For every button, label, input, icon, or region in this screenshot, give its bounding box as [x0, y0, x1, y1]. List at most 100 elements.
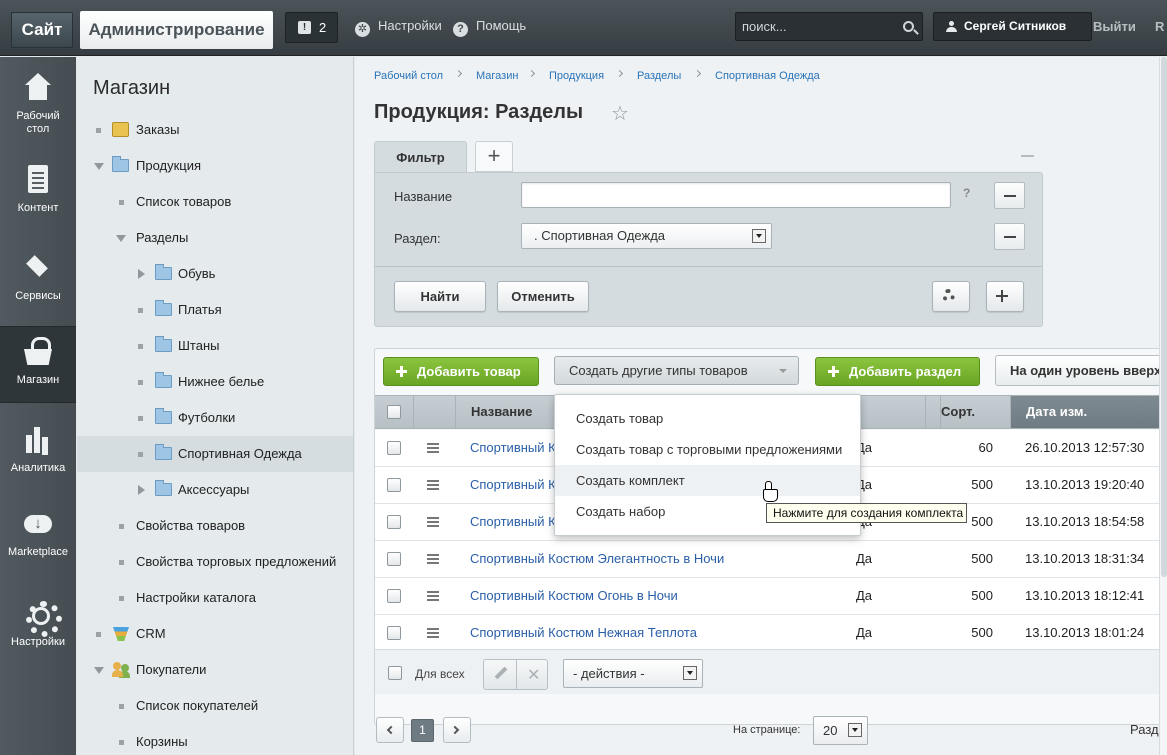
menu-item-pants[interactable]: Штаны: [77, 328, 353, 364]
close-icon[interactable]: ✕: [527, 665, 540, 685]
breadcrumb-link[interactable]: Рабочий стол: [374, 70, 443, 82]
select-all-checkbox[interactable]: [387, 405, 401, 419]
row-checkbox[interactable]: [387, 626, 401, 640]
menu-item-accessories[interactable]: Аксессуары: [77, 472, 353, 508]
admin-button[interactable]: Администрирование: [80, 11, 273, 49]
name-input[interactable]: [521, 182, 951, 208]
chevron-down-icon[interactable]: [94, 163, 104, 170]
iconbar-item-marketplace[interactable]: Marketplace: [0, 509, 76, 559]
scrollbar-thumb[interactable]: [1161, 57, 1167, 577]
actions-select[interactable]: - действия -: [563, 659, 703, 688]
row-checkbox[interactable]: [387, 478, 401, 492]
search-icon[interactable]: [903, 21, 914, 32]
chevron-down-icon[interactable]: [116, 235, 126, 242]
notifications-button[interactable]: ! 2: [285, 12, 338, 43]
table-row[interactable]: Спортивный Костюм Нежная Теплота Да 500 …: [375, 615, 1160, 652]
next-page-button[interactable]: [443, 717, 471, 743]
row-checkbox[interactable]: [387, 589, 401, 603]
remove-section-filter-button[interactable]: [994, 223, 1025, 250]
table-row[interactable]: Спортивный Костюм Элегантность в Ночи Да…: [375, 541, 1160, 578]
page-scrollbar[interactable]: [1159, 57, 1167, 755]
dropdown-item-create-product-offers[interactable]: Создать товар с торговыми предложениями: [555, 434, 860, 465]
menu-item-dresses[interactable]: Платья: [77, 292, 353, 328]
iconbar-item-settings[interactable]: Настройки: [0, 599, 76, 649]
breadcrumb-link[interactable]: Разделы: [637, 70, 681, 82]
tab-filter[interactable]: Фильтр: [374, 141, 467, 176]
dropdown-item-create-kit[interactable]: Создать комплект: [555, 465, 860, 496]
menu-item-customers[interactable]: Покупатели: [77, 652, 353, 688]
star-icon[interactable]: ☆: [611, 101, 629, 126]
iconbar-item-shop[interactable]: Магазин: [0, 326, 76, 403]
row-menu-icon[interactable]: [427, 480, 439, 482]
menu-item-crm[interactable]: CRM: [77, 616, 353, 652]
help-icon[interactable]: ?: [963, 186, 970, 200]
dropdown-item-create-product[interactable]: Создать товар: [555, 403, 860, 434]
row-checkbox[interactable]: [387, 441, 401, 455]
row-menu-icon[interactable]: [427, 443, 439, 445]
breadcrumb-link[interactable]: Магазин: [476, 70, 518, 82]
remove-name-filter-button[interactable]: [994, 182, 1025, 209]
cancel-button[interactable]: Отменить: [497, 281, 589, 312]
logout-link[interactable]: Выйти: [1093, 19, 1136, 34]
product-name-link[interactable]: Спортивный К: [470, 504, 556, 540]
add-product-button[interactable]: Добавить товар: [383, 357, 539, 386]
menu-item-sections[interactable]: Разделы: [77, 220, 353, 256]
breadcrumb-link[interactable]: Продукция: [549, 70, 604, 82]
chevron-down-icon[interactable]: [94, 667, 104, 674]
find-button[interactable]: Найти: [394, 281, 486, 312]
row-menu-icon[interactable]: [427, 517, 439, 519]
menu-item-tshirts[interactable]: Футболки: [77, 400, 353, 436]
menu-item-shoes[interactable]: Обувь: [77, 256, 353, 292]
row-checkbox[interactable]: [387, 515, 401, 529]
menu-item-carts[interactable]: Корзины: [77, 724, 353, 755]
add-filter-field-button[interactable]: [986, 281, 1024, 312]
product-name-link[interactable]: Спортивный Костюм Элегантность в Ночи: [470, 541, 724, 577]
per-page-select[interactable]: 20: [813, 716, 868, 745]
user-button[interactable]: Сергей Ситников: [933, 12, 1092, 41]
menu-item-products[interactable]: Продукция: [77, 148, 353, 184]
iconbar-item-content[interactable]: Контент: [0, 165, 76, 215]
settings-link[interactable]: ✲ Настройки: [355, 18, 442, 37]
menu-item-product-list[interactable]: Список товаров: [77, 184, 353, 220]
column-header-sort[interactable]: Сорт.: [941, 396, 1011, 428]
filter-settings-button[interactable]: [932, 281, 970, 312]
collapse-filter-icon[interactable]: [1021, 155, 1034, 157]
iconbar-item-desktop[interactable]: Рабочий стол: [0, 73, 76, 136]
level-up-button[interactable]: На один уровень вверх: [995, 355, 1165, 386]
iconbar-item-analytics[interactable]: Аналитика: [0, 425, 76, 475]
menu-item-orders[interactable]: Заказы: [77, 112, 353, 148]
create-other-types-button[interactable]: Создать другие типы товаров: [554, 356, 799, 385]
product-name-link[interactable]: Спортивный Костюм Нежная Теплота: [470, 615, 697, 651]
menu-item-offer-properties[interactable]: Свойства торговых предложений: [77, 544, 353, 580]
for-all-checkbox[interactable]: [388, 666, 402, 680]
table-row[interactable]: Спортивный Костюм Огонь в Ночи Да 500 13…: [375, 578, 1160, 615]
prev-page-button[interactable]: [376, 717, 404, 743]
menu-item-product-properties[interactable]: Свойства товаров: [77, 508, 353, 544]
pencil-icon[interactable]: [494, 667, 507, 680]
menu-item-catalog-settings[interactable]: Настройки каталога: [77, 580, 353, 616]
help-link[interactable]: ? Помощь: [453, 18, 526, 37]
column-header-date[interactable]: Дата изм.: [1011, 396, 1160, 428]
chevron-right-icon[interactable]: [138, 485, 145, 495]
add-filter-tab-button[interactable]: +: [475, 141, 513, 172]
row-menu-icon[interactable]: [427, 554, 439, 556]
row-menu-icon[interactable]: [427, 591, 439, 593]
menu-item-sportswear[interactable]: Спортивная Одежда: [77, 436, 353, 472]
menu-item-underwear[interactable]: Нижнее белье: [77, 364, 353, 400]
cut-off-link[interactable]: R: [1155, 19, 1164, 34]
site-button[interactable]: Сайт: [11, 12, 73, 48]
row-checkbox[interactable]: [387, 552, 401, 566]
iconbar-item-services[interactable]: Сервисы: [0, 253, 76, 303]
section-select[interactable]: . Спортивная Одежда: [521, 223, 772, 249]
current-page[interactable]: 1: [411, 719, 434, 742]
add-section-button[interactable]: Добавить раздел: [815, 357, 980, 386]
search-input[interactable]: [742, 17, 897, 36]
product-name-link[interactable]: Спортивный Костюм Огонь в Ночи: [470, 578, 678, 614]
breadcrumb-link[interactable]: Спортивная Одежда: [715, 70, 820, 82]
menu-item-customer-list[interactable]: Список покупателей: [77, 688, 353, 724]
chevron-right-icon[interactable]: [138, 269, 145, 279]
row-menu-icon[interactable]: [427, 628, 439, 630]
product-name-link[interactable]: Спортивный К: [470, 430, 556, 466]
product-name-link[interactable]: Спортивный К: [470, 467, 556, 503]
column-header-active[interactable]: [926, 396, 941, 428]
